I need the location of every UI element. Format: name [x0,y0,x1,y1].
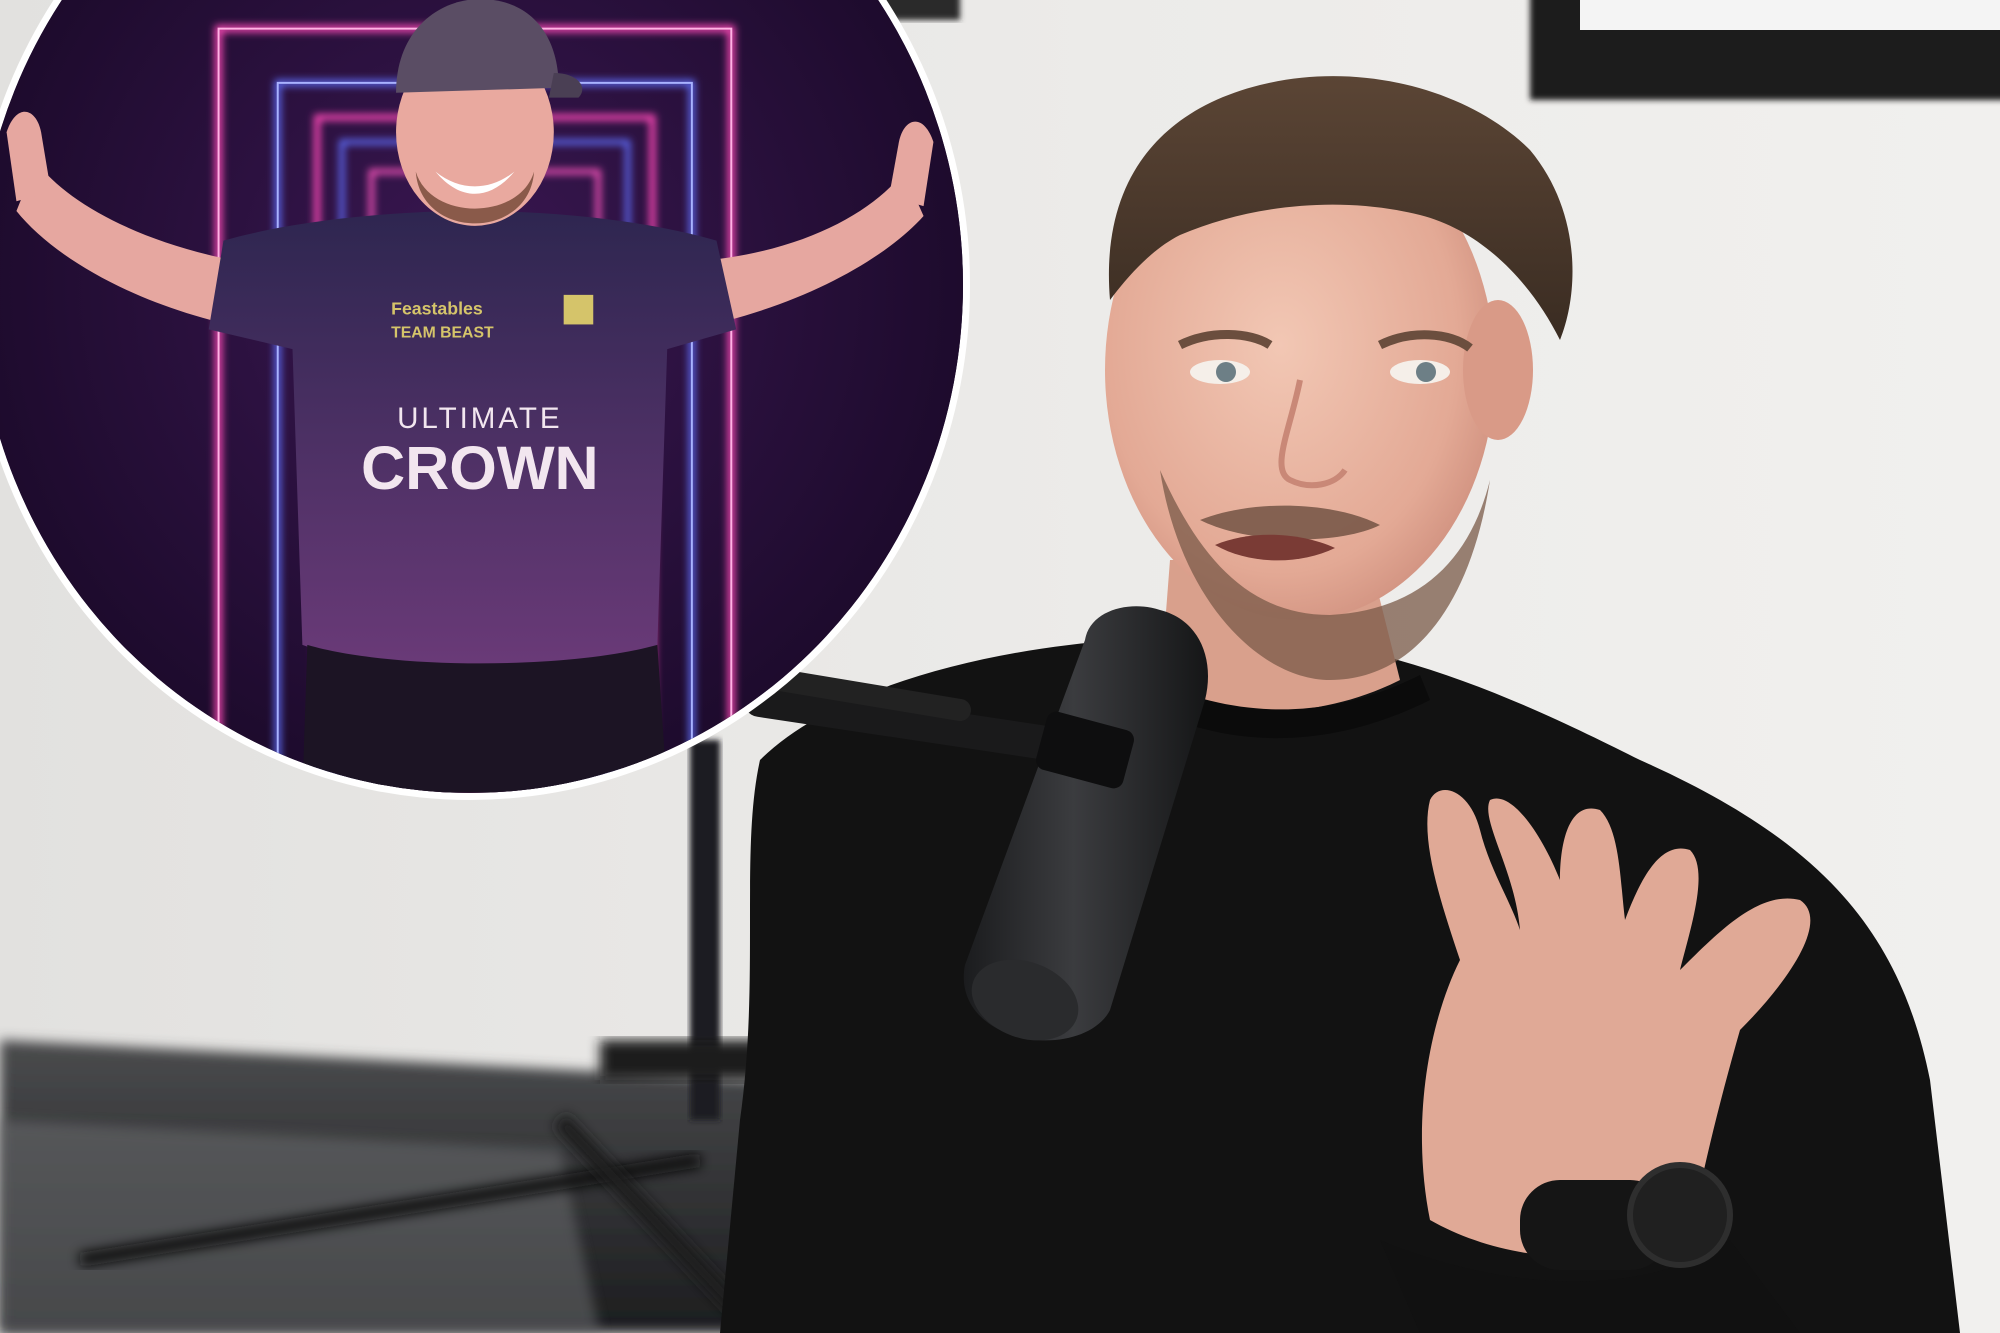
jersey-logo-icon [563,294,594,325]
jersey-line-big: CROWN [361,434,599,502]
jersey-team-text: TEAM BEAST [391,324,494,341]
inset-photo: Feastables TEAM BEAST ULTIMATE CROWN [0,0,970,800]
photo-composite: Feastables TEAM BEAST ULTIMATE CROWN [0,0,2000,1333]
jersey-line-small: ULTIMATE [397,402,563,435]
jersey-sponsor-text: Feastables [391,299,483,319]
